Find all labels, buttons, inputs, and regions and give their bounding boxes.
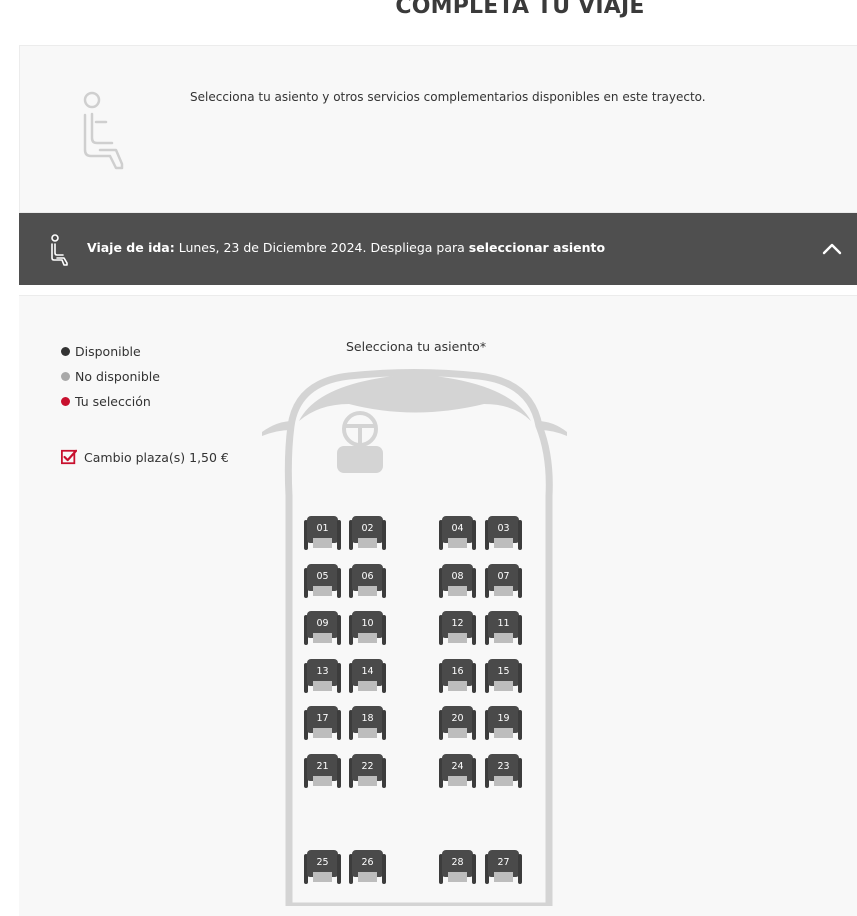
seat-24[interactable]: 24 (439, 754, 476, 788)
seat-12[interactable]: 12 (439, 611, 476, 645)
intro-text: Selecciona tu asiento y otros servicios … (190, 90, 706, 104)
seat-number: 12 (451, 618, 464, 629)
seat-27[interactable]: 27 (485, 850, 522, 884)
seat-number: 04 (451, 523, 464, 534)
seat-16[interactable]: 16 (439, 659, 476, 693)
seat-05[interactable]: 05 (304, 564, 341, 598)
seat-19[interactable]: 19 (485, 706, 522, 740)
seat-06[interactable]: 06 (349, 564, 386, 598)
seat-02[interactable]: 02 (349, 516, 386, 550)
seat-number: 28 (451, 857, 464, 868)
seat-11[interactable]: 11 (485, 611, 522, 645)
unavailable-dot (61, 372, 70, 381)
seat-15[interactable]: 15 (485, 659, 522, 693)
seat-28[interactable]: 28 (439, 850, 476, 884)
seat-legend: Disponible No disponible Tu selección (61, 339, 160, 414)
seat-20[interactable]: 20 (439, 706, 476, 740)
seat-number: 07 (497, 571, 510, 582)
seat-number: 15 (497, 666, 510, 677)
seat-18[interactable]: 18 (349, 706, 386, 740)
seat-icon (51, 234, 68, 266)
seat-04[interactable]: 04 (439, 516, 476, 550)
seat-number: 05 (316, 571, 329, 582)
seat-number: 17 (316, 713, 329, 724)
seat-21[interactable]: 21 (304, 754, 341, 788)
seat-number: 13 (316, 666, 329, 677)
change-seat-label: Cambio plaza(s) 1,50 € (84, 449, 229, 465)
seat-number: 22 (361, 761, 374, 772)
seat-07[interactable]: 07 (485, 564, 522, 598)
seat-10[interactable]: 10 (349, 611, 386, 645)
legend-item-unavailable: No disponible (61, 364, 160, 389)
legend-label: Tu selección (75, 394, 151, 409)
seat-number: 03 (497, 523, 510, 534)
seat-01[interactable]: 01 (304, 516, 341, 550)
seat-number: 02 (361, 523, 374, 534)
seat-number: 27 (497, 857, 510, 868)
seat-number: 21 (316, 761, 329, 772)
seat-selection-card: Disponible No disponible Tu selección Ca… (19, 295, 857, 916)
seat-number: 26 (361, 857, 374, 868)
seat-14[interactable]: 14 (349, 659, 386, 693)
seat-number: 25 (316, 857, 329, 868)
page-title: COMPLETA TU VIAJE (395, 0, 645, 19)
seat-number: 19 (497, 713, 510, 724)
seat-09[interactable]: 09 (304, 611, 341, 645)
seat-17[interactable]: 17 (304, 706, 341, 740)
seat-08[interactable]: 08 (439, 564, 476, 598)
checkbox-checked-icon[interactable] (61, 449, 77, 465)
seat-22[interactable]: 22 (349, 754, 386, 788)
chevron-up-icon[interactable] (822, 241, 842, 255)
selected-dot (61, 397, 70, 406)
legend-item-available: Disponible (61, 339, 160, 364)
seat-number: 08 (451, 571, 464, 582)
seat-number: 01 (316, 523, 329, 534)
seat-26[interactable]: 26 (349, 850, 386, 884)
seat-23[interactable]: 23 (485, 754, 522, 788)
seat-number: 20 (451, 713, 464, 724)
trip-date: Lunes, 23 de Diciembre 2024. Despliega p… (174, 240, 469, 255)
seat-number: 09 (316, 618, 329, 629)
seat-number: 10 (361, 618, 374, 629)
trip-summary: Viaje de ida: Lunes, 23 de Diciembre 202… (87, 240, 605, 255)
seat-number: 16 (451, 666, 464, 677)
seat-13[interactable]: 13 (304, 659, 341, 693)
trip-action: seleccionar asiento (468, 240, 606, 255)
trip-bar[interactable]: Viaje de ida: Lunes, 23 de Diciembre 202… (19, 213, 857, 285)
intro-card: Selecciona tu asiento y otros servicios … (19, 45, 857, 213)
seat-number: 24 (451, 761, 464, 772)
seat-number: 23 (497, 761, 510, 772)
trip-label: Viaje de ida: (87, 240, 175, 255)
change-seat-option[interactable]: Cambio plaza(s) 1,50 € (61, 449, 229, 465)
legend-label: Disponible (75, 344, 141, 359)
legend-item-selected: Tu selección (61, 389, 160, 414)
seat-number: 14 (361, 666, 374, 677)
seat-icon (83, 91, 124, 170)
seat-25[interactable]: 25 (304, 850, 341, 884)
seat-number: 11 (497, 618, 510, 629)
available-dot (61, 347, 70, 356)
seat-map-title: Selecciona tu asiento* (346, 339, 487, 354)
seat-number: 18 (361, 713, 374, 724)
legend-label: No disponible (75, 369, 160, 384)
seat-number: 06 (361, 571, 374, 582)
seat-03[interactable]: 03 (485, 516, 522, 550)
